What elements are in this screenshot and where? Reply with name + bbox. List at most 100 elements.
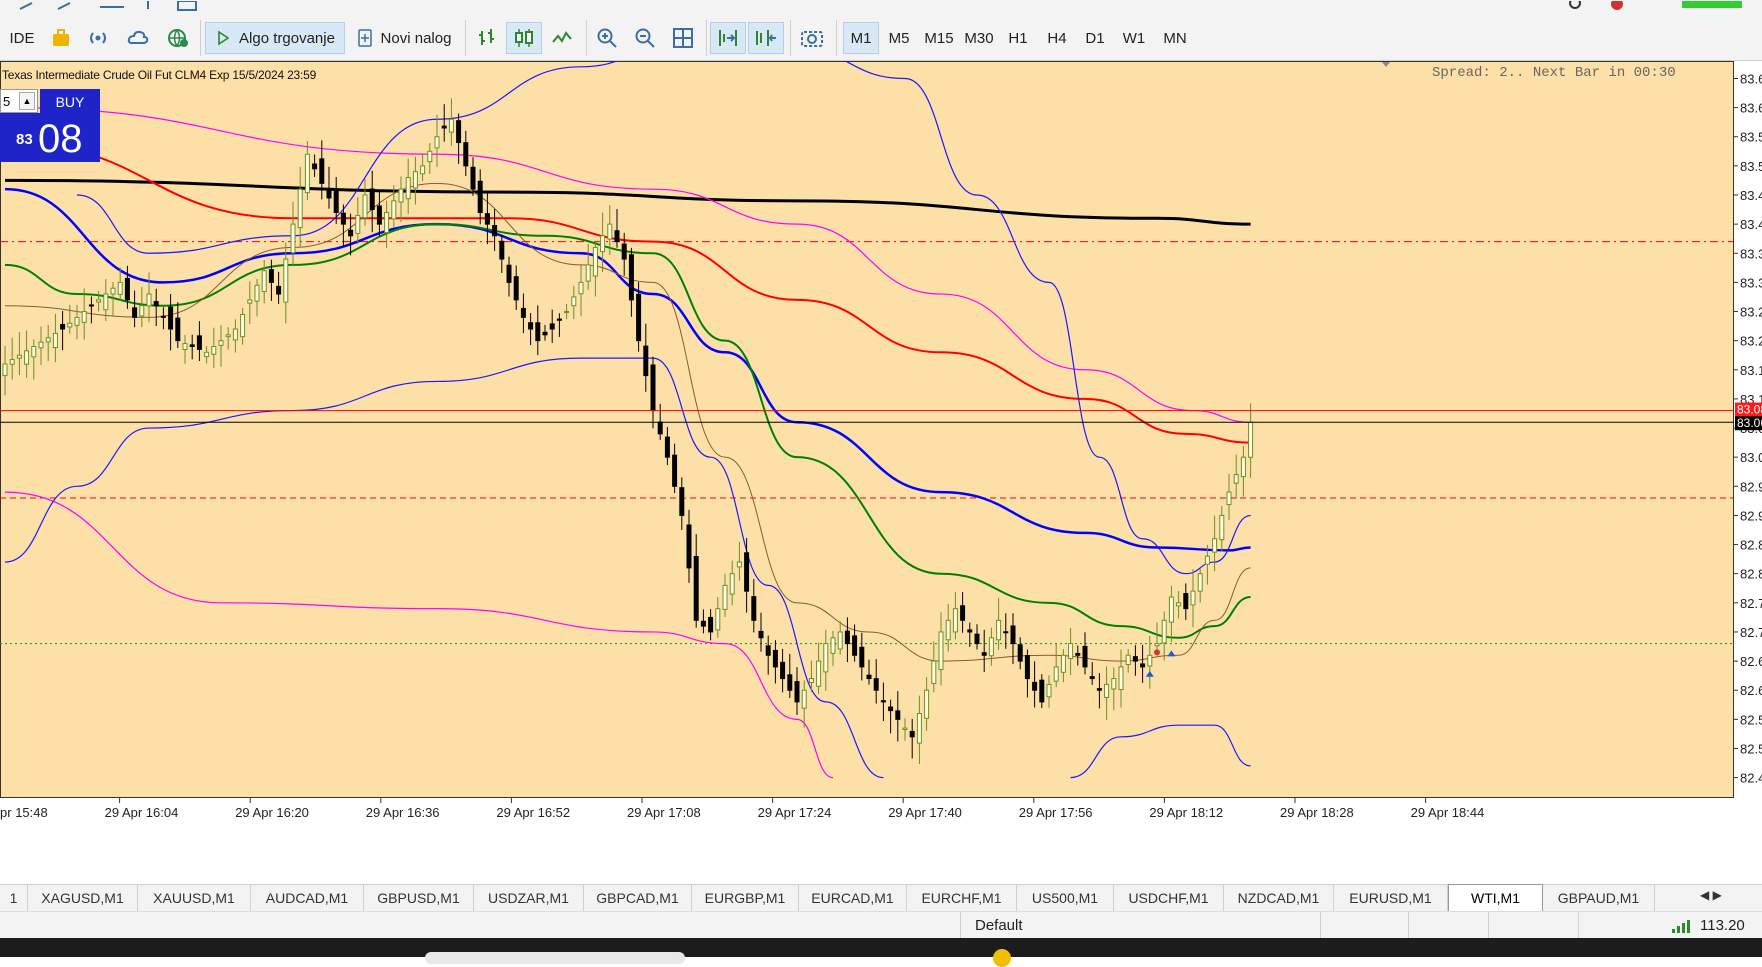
tab-scroll-arrows[interactable]: ◀ ▶ <box>1700 888 1722 902</box>
candle-body <box>1226 491 1232 506</box>
candle-body <box>564 311 570 314</box>
tab-eurchf-m1[interactable]: EURCHF,M1 <box>907 885 1017 911</box>
candle-body <box>45 337 51 343</box>
candle-body <box>542 331 548 336</box>
taskbar-app-icon[interactable] <box>993 949 1011 967</box>
y-axis-label: 82.60 <box>1740 683 1762 698</box>
ide-label: IDE <box>9 29 35 47</box>
candle-body <box>736 561 742 568</box>
candle-body <box>333 188 339 213</box>
tab-gbpaud-m1[interactable]: GBPAUD,M1 <box>1543 885 1655 911</box>
candle-body <box>31 345 37 358</box>
timeframe-mn[interactable]: MN <box>1155 22 1195 54</box>
signals-icon[interactable] <box>83 22 113 54</box>
price-chart[interactable]: 83.65 83.60 83.55 83.50 83.45 83.40 83.35 83.30… <box>0 61 1762 863</box>
cloud-icon[interactable] <box>122 22 154 54</box>
status-bar: Default 113.20 <box>0 911 1762 939</box>
x-axis-label: 29 Apr 18:44 <box>1411 805 1485 820</box>
y-axis-label: 82.45 <box>1740 771 1762 786</box>
tab-xauusd-m1[interactable]: XAUUSD,M1 <box>138 885 251 911</box>
candle-body <box>448 118 454 133</box>
price-small-digits: 83 <box>16 131 33 148</box>
candle-body <box>492 225 498 237</box>
tab-nzdcad-m1[interactable]: NZDCAD,M1 <box>1224 885 1334 911</box>
briefcase-icon[interactable] <box>46 22 76 54</box>
y-axis-label: 82.95 <box>1740 479 1762 494</box>
bar-chart-icon[interactable] <box>470 22 504 54</box>
tab-overflow[interactable]: 1 <box>0 885 28 911</box>
x-axis-label: 29 Apr 18:12 <box>1149 805 1223 820</box>
candle-body <box>1039 679 1045 703</box>
lot-up-arrow-icon[interactable]: ▲ <box>19 92 35 110</box>
candle-body <box>261 270 267 293</box>
ide-button[interactable]: IDE <box>4 22 40 54</box>
candle-body <box>1190 590 1196 606</box>
timeframe-m1[interactable]: M1 <box>843 22 879 54</box>
candle-body <box>304 153 310 194</box>
candle-body <box>1111 678 1117 690</box>
line-chart-icon[interactable] <box>545 22 579 54</box>
zoom-out-icon[interactable] <box>628 22 662 54</box>
candle-body <box>211 345 217 355</box>
buy-price-panel[interactable]: 83 08 <box>0 113 100 162</box>
candle-body <box>67 322 73 328</box>
timeframe-h1[interactable]: H1 <box>1000 22 1036 54</box>
candle-body <box>657 421 663 435</box>
candle-body <box>823 643 829 673</box>
tab-eurgbp-m1[interactable]: EURGBP,M1 <box>692 885 799 911</box>
timeframe-m30[interactable]: M30 <box>958 22 1000 54</box>
y-axis-label: 83.00 <box>1740 450 1762 465</box>
tab-eurcad-m1[interactable]: EURCAD,M1 <box>799 885 907 911</box>
candle-body <box>290 223 296 254</box>
tab-wti-m1[interactable]: WTI,M1 <box>1448 884 1543 911</box>
timeframe-m15[interactable]: M15 <box>918 22 960 54</box>
tab-xagusd-m1[interactable]: XAGUSD,M1 <box>28 885 138 911</box>
candle-body <box>830 637 836 654</box>
new-order-button[interactable]: Novi nalog <box>350 22 458 54</box>
globe-icon[interactable] <box>162 22 194 54</box>
tab-usdzar-m1[interactable]: USDZAR,M1 <box>474 885 584 911</box>
candle-body <box>1125 654 1131 666</box>
chart-shift-icon[interactable] <box>748 22 784 54</box>
tab-eurusd-m1[interactable]: EURUSD,M1 <box>1334 885 1448 911</box>
candle-body <box>1024 655 1030 680</box>
tab-usdchf-m1[interactable]: USDCHF,M1 <box>1114 885 1224 911</box>
candle-body <box>204 351 210 358</box>
candle-body <box>1046 683 1052 698</box>
candle-body <box>643 345 649 377</box>
timeframe-w1[interactable]: W1 <box>1116 22 1152 54</box>
x-axis-label: 29 Apr 17:08 <box>627 805 701 820</box>
screenshot-icon[interactable] <box>794 22 830 54</box>
candle-body <box>1032 681 1038 691</box>
timeframe-w1-label: W1 <box>1122 29 1146 47</box>
candle-body <box>1161 619 1167 644</box>
candle-body <box>916 713 922 744</box>
candle-body <box>1053 666 1059 682</box>
lot-size-input[interactable]: 5 ▲ <box>0 89 38 113</box>
candle-body <box>909 730 915 738</box>
candle-body <box>924 689 930 719</box>
candle-body <box>873 678 879 691</box>
y-axis-label: 82.50 <box>1740 741 1762 756</box>
zoom-in-icon[interactable] <box>590 22 624 54</box>
timeframe-m5[interactable]: M5 <box>881 22 917 54</box>
timeframe-h4[interactable]: H4 <box>1039 22 1075 54</box>
autoscroll-icon[interactable] <box>710 22 746 54</box>
taskbar-search[interactable] <box>425 952 685 964</box>
ping-value: 113.20 <box>1700 917 1745 934</box>
candle-body <box>132 307 138 318</box>
tab-audcad-m1[interactable]: AUDCAD,M1 <box>251 885 364 911</box>
candle-body <box>268 269 274 283</box>
algo-trading-button[interactable]: Algo trgovanje <box>205 22 345 54</box>
status-profile[interactable]: Default <box>975 917 1023 934</box>
tab-gbpcad-m1[interactable]: GBPCAD,M1 <box>584 885 692 911</box>
candle-body <box>391 200 397 220</box>
timeframe-d1[interactable]: D1 <box>1077 22 1113 54</box>
chart-window[interactable]: 83.65 83.60 83.55 83.50 83.45 83.40 83.35 83.30… <box>0 61 1762 863</box>
candle-body <box>535 322 541 342</box>
grid-icon[interactable] <box>666 22 700 54</box>
tab-us500-m1[interactable]: US500,M1 <box>1017 885 1114 911</box>
candlestick-icon[interactable] <box>506 22 542 54</box>
tab-gbpusd-m1[interactable]: GBPUSD,M1 <box>364 885 474 911</box>
x-axis-label: 29 Apr 18:28 <box>1280 805 1354 820</box>
